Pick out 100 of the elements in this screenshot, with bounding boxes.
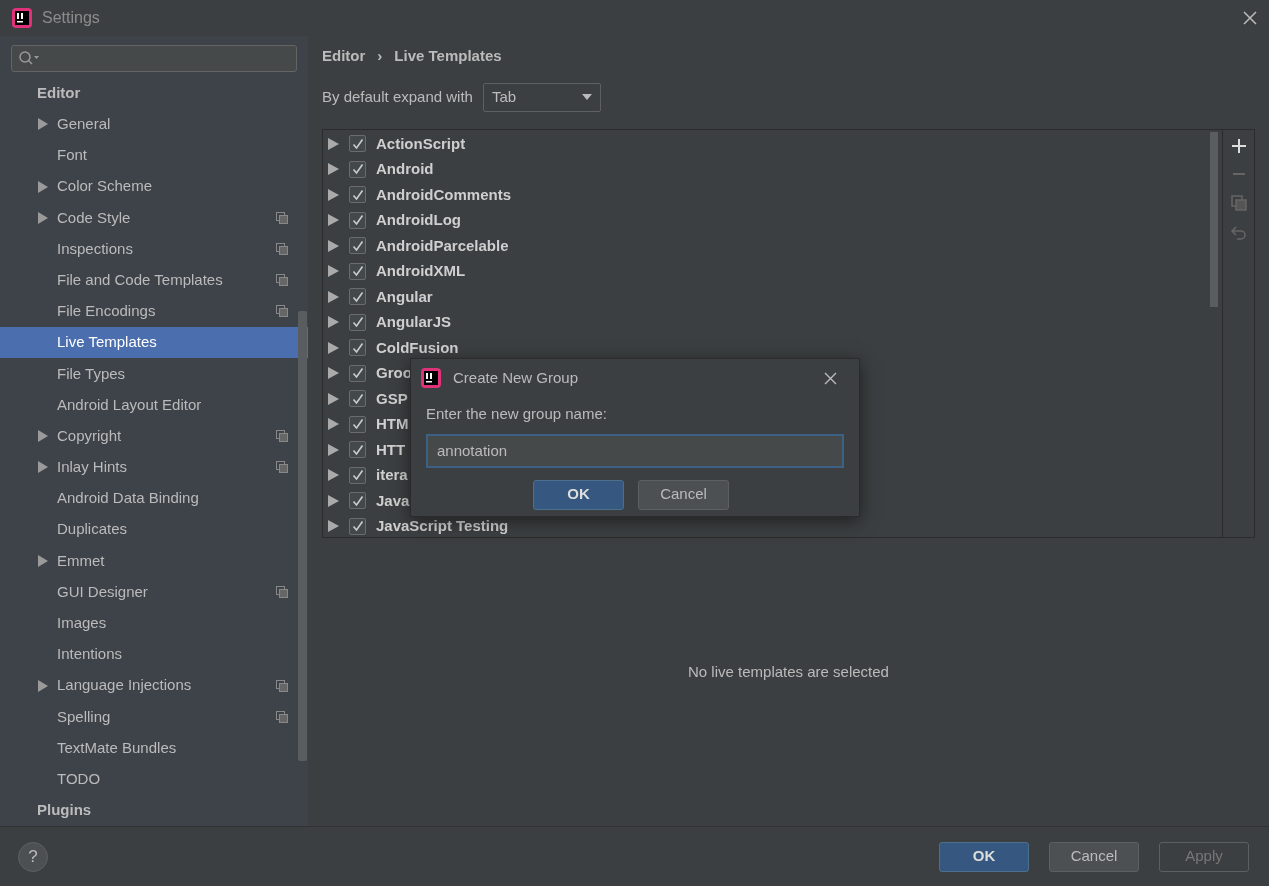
checkbox[interactable] [349, 288, 366, 306]
sidebar-item[interactable]: Intentions [0, 638, 308, 671]
template-group-label[interactable]: HTM [376, 413, 409, 436]
dialog-title: Create New Group [453, 367, 579, 388]
sidebar-item[interactable]: Android Layout Editor [0, 389, 308, 421]
sidebar-item[interactable]: File Encodings [0, 295, 308, 327]
expand-arrow-icon[interactable] [328, 163, 339, 176]
sidebar-item[interactable]: Font [0, 139, 308, 172]
expand-arrow-icon[interactable] [328, 137, 339, 150]
template-group-label[interactable]: AndroidComments [376, 183, 511, 206]
template-group-label[interactable]: Angular [376, 285, 433, 308]
template-group-label[interactable]: HTT [376, 438, 406, 461]
checkmark-icon [351, 214, 364, 227]
checkbox[interactable] [349, 364, 366, 382]
checkbox[interactable] [349, 492, 366, 510]
add-icon[interactable] [1231, 139, 1246, 153]
expand-arrow-icon[interactable] [328, 188, 339, 201]
expand-arrow-icon[interactable] [328, 239, 339, 252]
template-group-label[interactable]: AndroidXML [376, 260, 466, 283]
expand-arrow-icon[interactable] [37, 461, 49, 474]
sidebar-item[interactable]: GUI Designer [0, 576, 308, 608]
template-group-label[interactable]: JavaScript Testing [376, 515, 509, 537]
ok-button[interactable]: OK [939, 841, 1029, 872]
expand-arrow-icon[interactable] [328, 469, 339, 482]
expand-arrow-icon[interactable] [328, 265, 339, 278]
close-icon[interactable] [824, 371, 837, 385]
group-name-field[interactable]: annotation [426, 433, 844, 468]
expand-arrow-icon[interactable] [328, 520, 339, 533]
checkbox[interactable] [349, 160, 366, 178]
sidebar-item[interactable]: Color Scheme [0, 171, 308, 203]
sidebar-item[interactable]: Live Templates [0, 327, 308, 359]
breadcrumb-item: Live Templates [394, 45, 502, 66]
cancel-button[interactable]: Cancel [638, 479, 729, 510]
checkbox[interactable] [349, 211, 366, 229]
sidebar-item[interactable]: TODO [0, 763, 308, 795]
template-group-label[interactable]: ColdFusion [376, 336, 459, 359]
expand-arrow-icon[interactable] [37, 118, 49, 131]
sidebar-item[interactable]: Inspections [0, 233, 308, 265]
scrollbar-thumb[interactable] [298, 311, 307, 761]
template-group-label[interactable]: AngularJS [376, 311, 451, 334]
breadcrumb-item: Editor [322, 45, 366, 66]
checkbox[interactable] [349, 517, 366, 535]
sidebar-item[interactable]: Code Style [0, 202, 308, 234]
expand-arrow-icon[interactable] [328, 392, 339, 405]
sidebar-item[interactable]: File Types [0, 358, 308, 390]
checkbox[interactable] [349, 390, 366, 408]
checkbox[interactable] [349, 466, 366, 484]
expand-arrow-icon[interactable] [37, 211, 49, 224]
cancel-button[interactable]: Cancel [1049, 841, 1139, 872]
sidebar-item[interactable]: Spelling [0, 701, 308, 733]
checkbox[interactable] [349, 237, 366, 255]
sidebar-item[interactable]: Images [0, 607, 308, 639]
sidebar-item[interactable]: Emmet [0, 545, 308, 577]
template-group-label[interactable]: GSP [376, 387, 408, 410]
expand-dropdown[interactable]: Tab [482, 82, 601, 112]
template-group-label[interactable]: AndroidLog [376, 209, 461, 232]
expand-arrow-icon[interactable] [328, 341, 339, 354]
scrollbar-thumb[interactable] [1210, 132, 1218, 307]
checkbox[interactable] [349, 415, 366, 433]
checkmark-icon [351, 418, 364, 431]
expand-arrow-icon[interactable] [37, 554, 49, 567]
expand-arrow-icon[interactable] [328, 214, 339, 227]
field-label: By default expand with [322, 86, 473, 107]
sidebar-item[interactable]: Plugins [0, 794, 308, 826]
expand-arrow-icon[interactable] [328, 367, 339, 380]
sidebar-item[interactable]: File and Code Templates [0, 264, 308, 296]
template-group-label[interactable]: AndroidParcelable [376, 234, 509, 257]
sidebar-item[interactable]: Android Data Binding [0, 482, 308, 515]
template-group-label[interactable]: itera [376, 464, 408, 487]
checkmark-icon [351, 137, 364, 150]
template-group-label[interactable]: Java [376, 489, 410, 512]
help-button[interactable]: ? [18, 841, 48, 872]
expand-arrow-icon[interactable] [37, 679, 49, 692]
sidebar-item[interactable]: Inlay Hints [0, 451, 308, 483]
expand-arrow-icon[interactable] [328, 443, 339, 456]
expand-arrow-icon[interactable] [328, 316, 339, 329]
sidebar-item[interactable]: Duplicates [0, 514, 308, 546]
expand-arrow-icon[interactable] [37, 180, 49, 193]
expand-arrow-icon[interactable] [328, 494, 339, 507]
checkbox[interactable] [349, 339, 366, 357]
sidebar-item[interactable]: TextMate Bundles [0, 732, 308, 764]
checkbox[interactable] [349, 441, 366, 459]
checkbox[interactable] [349, 262, 366, 280]
checkbox[interactable] [349, 313, 366, 331]
expand-arrow-icon[interactable] [37, 430, 49, 443]
sidebar-item[interactable]: General [0, 108, 308, 140]
sidebar-item[interactable]: Copyright [0, 420, 308, 452]
expand-arrow-icon[interactable] [328, 290, 339, 303]
sidebar-item[interactable]: Editor [0, 77, 308, 109]
checkbox[interactable] [349, 186, 366, 204]
sidebar-item[interactable]: Language Injections [0, 670, 308, 702]
checkbox[interactable] [349, 135, 366, 153]
checkmark-icon [351, 520, 364, 533]
search-field[interactable] [11, 45, 297, 72]
expand-arrow-icon[interactable] [328, 418, 339, 431]
template-group-label[interactable]: ActionScript [376, 132, 466, 155]
ok-button[interactable]: OK [533, 479, 624, 510]
close-icon[interactable] [1243, 11, 1257, 25]
template-group-label[interactable]: Android [376, 158, 434, 181]
template-group-label[interactable]: Groo [376, 362, 412, 385]
